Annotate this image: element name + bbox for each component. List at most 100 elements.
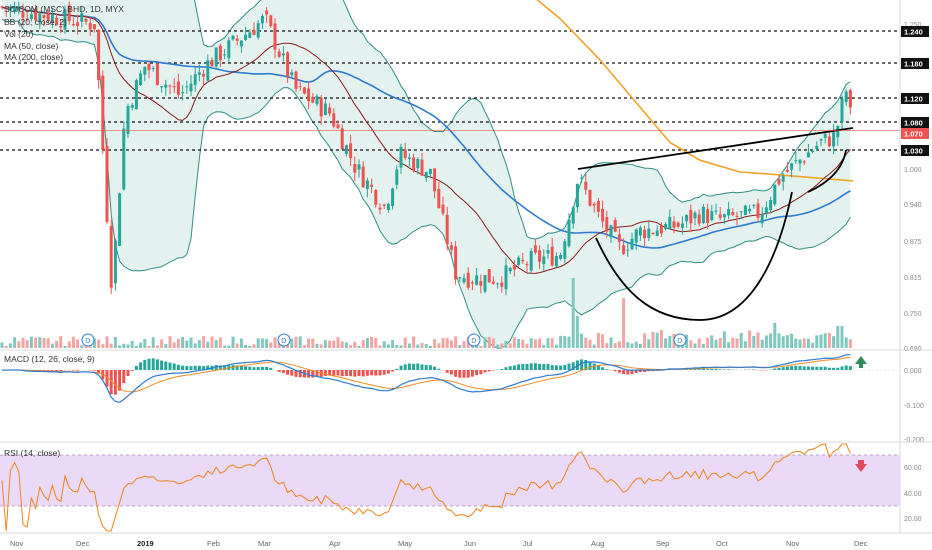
volume-bar — [151, 337, 155, 348]
candle — [118, 192, 122, 247]
volume-bar — [105, 336, 109, 348]
volume-bar — [260, 338, 264, 348]
volume-bar — [848, 339, 852, 348]
macd-histogram-bar — [525, 363, 529, 370]
macd-histogram-bar — [483, 370, 487, 373]
volume-bar — [349, 345, 353, 348]
volume-bar — [601, 334, 605, 348]
volume-bar — [769, 333, 773, 348]
macd-histogram-bar — [538, 363, 542, 370]
candle — [588, 189, 592, 207]
volume-bar — [479, 345, 483, 348]
macd-histogram-bar — [197, 365, 201, 370]
candle — [105, 138, 109, 225]
macd-histogram-bar — [365, 370, 369, 376]
volume-bar — [437, 343, 441, 348]
volume-bar — [403, 337, 407, 348]
volume-bar — [617, 341, 621, 348]
time-label-dec2: Dec — [854, 539, 868, 548]
volume-bar — [777, 333, 781, 348]
volume-bar — [827, 332, 831, 348]
macd-histogram-bar — [55, 370, 59, 371]
price-tick-0815: 0.815 — [904, 275, 922, 282]
volume-bar — [567, 336, 571, 348]
volume-bar — [4, 345, 8, 348]
volume-bar — [256, 338, 260, 348]
volume-bar — [638, 343, 642, 348]
macd-histogram-bar — [139, 362, 143, 370]
volume-bar — [113, 336, 117, 348]
macd-histogram-bar — [92, 370, 96, 371]
volume-bar — [756, 332, 760, 348]
macd-histogram-bar — [336, 370, 340, 376]
volume-bar — [634, 341, 638, 348]
chart-title: SCICOM (MSC) BHD, 1D, MYX — [4, 4, 124, 14]
volume-bar — [328, 340, 332, 348]
volume-bar — [252, 344, 256, 348]
macd-histogram-bar — [840, 366, 844, 370]
volume-bar — [298, 336, 302, 348]
volume-bar — [714, 339, 718, 348]
volume-bar — [727, 342, 731, 348]
volume-bar — [441, 337, 445, 348]
volume-bar — [239, 338, 243, 348]
last-price-label: 1.070 — [904, 130, 923, 139]
macd-histogram-bar — [819, 366, 823, 370]
volume-bar — [605, 343, 609, 348]
volume-bar — [785, 335, 789, 348]
macd-histogram-bar — [546, 364, 550, 370]
candle — [126, 103, 130, 139]
macd-histogram-bar — [260, 366, 264, 370]
volume-bar — [378, 345, 382, 348]
volume-bar — [248, 345, 252, 348]
macd-histogram-bar — [407, 363, 411, 370]
volume-bar — [50, 343, 54, 348]
volume-bar — [319, 344, 323, 348]
volume-bar — [235, 343, 239, 348]
macd-histogram-bar — [239, 366, 243, 370]
macd-histogram-bar — [815, 366, 819, 370]
macd-histogram-bar — [806, 366, 810, 370]
volume-bar — [218, 337, 222, 348]
volume-bar — [580, 333, 584, 348]
volume-bar — [340, 341, 344, 348]
volume-bar — [483, 337, 487, 348]
volume-bar — [554, 344, 558, 348]
dividend-marker[interactable]: D — [467, 333, 481, 347]
volume-bar — [193, 343, 197, 348]
price-axis: 1.250 1.000 0.940 0.875 0.815 0.750 0.69… — [899, 0, 929, 533]
time-label-nov: Nov — [10, 539, 24, 548]
volume-bar — [197, 340, 201, 348]
time-label-may: May — [398, 539, 412, 548]
macd-histogram-bar — [781, 367, 785, 370]
macd-histogram-bar — [252, 367, 256, 370]
macd-histogram-bar — [827, 367, 831, 370]
macd-histogram-bar — [512, 365, 516, 370]
macd-histogram-bar — [281, 370, 285, 373]
macd-histogram-bar — [470, 370, 474, 377]
volume-bar — [836, 326, 840, 348]
volume-bar — [323, 340, 327, 348]
macd-histogram-bar — [475, 370, 479, 376]
volume-bar — [21, 337, 25, 348]
volume-bar — [706, 337, 710, 348]
volume-bar — [13, 337, 17, 348]
volume-bar — [533, 339, 537, 348]
dividend-marker[interactable]: D — [81, 333, 95, 347]
volume-bar — [176, 338, 180, 348]
macd-histogram-bar — [71, 370, 75, 371]
volume-bar — [588, 339, 592, 348]
volume-bar — [101, 344, 105, 348]
macd-histogram-bar — [248, 366, 252, 370]
volume-bar — [626, 342, 630, 348]
macd-histogram-bar — [265, 366, 269, 370]
time-label-apr: Apr — [329, 539, 341, 548]
macd-histogram-bar — [504, 367, 508, 370]
macd-histogram-bar — [466, 370, 470, 378]
volume-bar — [370, 336, 374, 348]
macd-histogram-bar — [580, 359, 584, 370]
macd-histogram-bar — [147, 358, 151, 370]
dividend-marker[interactable]: D — [277, 333, 291, 347]
dividend-marker[interactable]: D — [673, 333, 687, 347]
volume-bar — [168, 336, 172, 348]
